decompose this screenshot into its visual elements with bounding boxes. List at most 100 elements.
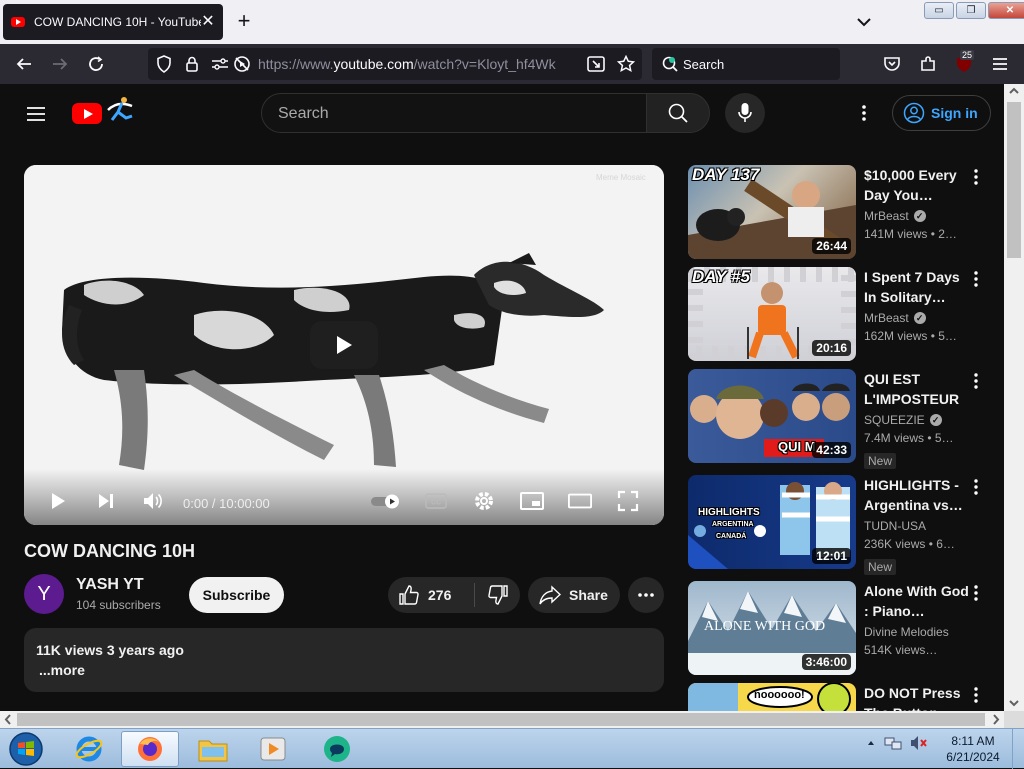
lock-icon[interactable] xyxy=(180,52,204,76)
recommendation-channel[interactable]: MrBeast ✓ xyxy=(864,209,926,223)
autoplay-blocked-icon[interactable] xyxy=(230,52,254,76)
horizontal-scrollbar[interactable] xyxy=(0,711,1004,728)
settings-button[interactable] xyxy=(472,489,496,513)
description-box[interactable]: 11K views 3 years ago ...more xyxy=(24,628,664,692)
mute-button[interactable] xyxy=(141,489,165,513)
show-more-link[interactable]: ...more xyxy=(39,662,85,678)
minimize-button[interactable]: ▭ xyxy=(924,2,954,19)
channel-name[interactable]: YASH YT xyxy=(76,576,144,594)
show-desktop-button[interactable] xyxy=(1012,729,1024,769)
tracking-protection-shield-icon[interactable] xyxy=(152,52,176,76)
recommendation-title[interactable]: Alone With God : Piano… xyxy=(864,581,972,621)
horizontal-scroll-thumb[interactable] xyxy=(17,713,985,726)
video-thumbnail[interactable]: HIGHLIGHTS ARGENTINA CANADÁ 12:01 xyxy=(688,475,856,569)
browser-tab-youtube[interactable]: COW DANCING 10H - YouTube ✕ xyxy=(3,4,223,40)
video-thumbnail[interactable]: QUI M 42:33 xyxy=(688,369,856,463)
video-thumbnail[interactable]: ALONE WITH GOD 3:46:00 xyxy=(688,581,856,675)
recommendation-menu-button[interactable] xyxy=(968,371,984,391)
next-button[interactable] xyxy=(94,489,118,513)
recommendation-item[interactable]: HIGHLIGHTS ARGENTINA CANADÁ 12:01 HIGHLI… xyxy=(688,475,992,579)
microphone-icon xyxy=(738,103,752,122)
large-play-button[interactable] xyxy=(310,321,378,369)
recommendation-channel[interactable]: SQUEEZIE ✓ xyxy=(864,413,942,427)
dislike-button[interactable] xyxy=(475,577,520,613)
video-thumbnail[interactable]: DAY 137 26:44 xyxy=(688,165,856,259)
back-button[interactable] xyxy=(12,52,36,76)
guide-menu-button[interactable] xyxy=(24,102,48,126)
recommendation-title[interactable]: I Spent 7 Days In Solitary… xyxy=(864,267,972,307)
recommendation-title[interactable]: HIGHLIGHTS - Argentina vs… xyxy=(864,475,972,515)
recommendation-menu-button[interactable] xyxy=(968,685,984,705)
youtube-search-input[interactable]: Search xyxy=(278,105,329,123)
forward-button[interactable] xyxy=(48,52,72,76)
video-thumbnail[interactable]: noooooo! xyxy=(688,683,856,711)
browser-search-bar[interactable]: Search xyxy=(652,48,840,80)
extensions-button[interactable] xyxy=(916,52,940,76)
theater-mode-button[interactable] xyxy=(568,489,592,513)
new-tab-button[interactable]: + xyxy=(232,10,256,34)
bookmark-star-icon[interactable] xyxy=(614,52,638,76)
taskbar-file-explorer[interactable] xyxy=(184,731,242,767)
start-button[interactable] xyxy=(6,731,46,767)
app-menu-button[interactable] xyxy=(988,52,1012,76)
restore-button[interactable]: ❐ xyxy=(956,2,986,19)
scroll-up-arrow-icon[interactable] xyxy=(1004,84,1024,98)
miniplayer-button[interactable] xyxy=(520,489,544,513)
sign-in-button[interactable]: Sign in xyxy=(892,95,991,131)
recommendation-item[interactable]: DAY 137 26:44 $10,000 Every Day You… MrB… xyxy=(688,165,992,261)
recommendation-item[interactable]: noooooo! DO NOT Press The Button xyxy=(688,683,992,711)
pocket-button[interactable] xyxy=(880,52,904,76)
scroll-down-arrow-icon[interactable] xyxy=(1004,696,1024,710)
show-hidden-icons-icon[interactable] xyxy=(866,738,876,748)
recommendation-channel[interactable]: TUDN-USA xyxy=(864,519,926,533)
subscribe-button[interactable]: Subscribe xyxy=(189,577,284,613)
share-button[interactable]: Share xyxy=(528,577,620,613)
recommendation-item[interactable]: DAY #5 20:16 I Spent 7 Days In Solitary…… xyxy=(688,267,992,363)
recommendation-item[interactable]: QUI M 42:33 QUI EST L'IMPOSTEUR … SQUEEZ… xyxy=(688,369,992,473)
vertical-scrollbar[interactable] xyxy=(1004,84,1024,712)
fullscreen-button[interactable] xyxy=(616,489,640,513)
network-icon[interactable] xyxy=(884,735,902,751)
recommendation-channel[interactable]: MrBeast ✓ xyxy=(864,311,926,325)
vertical-scroll-thumb[interactable] xyxy=(1007,102,1021,258)
video-thumbnail[interactable]: DAY #5 20:16 xyxy=(688,267,856,361)
recommendation-title[interactable]: QUI EST L'IMPOSTEUR … xyxy=(864,369,972,409)
settings-more-button[interactable] xyxy=(852,101,876,125)
taskbar-clock[interactable]: 8:11 AM 6/21/2024 xyxy=(940,733,1006,765)
youtube-search-box[interactable]: Search xyxy=(261,93,647,133)
recommendation-title[interactable]: DO NOT Press The Button xyxy=(864,683,972,711)
permissions-icon[interactable] xyxy=(208,52,232,76)
taskbar-green-app[interactable] xyxy=(308,731,366,767)
channel-avatar[interactable]: Y xyxy=(24,574,64,614)
voice-search-button[interactable] xyxy=(725,93,765,133)
youtube-logo[interactable] xyxy=(72,103,102,124)
close-window-button[interactable]: ✕ xyxy=(988,2,1024,19)
more-actions-button[interactable] xyxy=(628,577,664,613)
video-player[interactable]: Meme Mosaic 0:00 / 10:00:00 CC xyxy=(24,165,664,525)
recommendation-title[interactable]: $10,000 Every Day You… xyxy=(864,165,972,205)
recommendation-menu-button[interactable] xyxy=(968,167,984,187)
recommendation-menu-button[interactable] xyxy=(968,269,984,289)
list-all-tabs-button[interactable] xyxy=(852,12,876,32)
reload-button[interactable] xyxy=(84,52,108,76)
url-text[interactable]: https://www.youtube.com/watch?v=Kloyt_hf… xyxy=(258,56,556,72)
taskbar-media-player[interactable] xyxy=(244,731,302,767)
youtube-doodle-athlete-icon[interactable] xyxy=(104,94,140,124)
play-button[interactable] xyxy=(46,489,70,513)
like-button[interactable]: 276 xyxy=(388,577,474,613)
captions-button[interactable]: CC xyxy=(424,489,448,513)
taskbar-internet-explorer[interactable] xyxy=(60,731,118,767)
recommendation-menu-button[interactable] xyxy=(968,477,984,497)
recommendation-channel[interactable]: Divine Melodies xyxy=(864,625,949,639)
volume-muted-icon[interactable] xyxy=(910,735,928,751)
tab-close-icon[interactable]: ✕ xyxy=(201,14,215,30)
autoplay-toggle[interactable] xyxy=(370,489,402,513)
youtube-search-button[interactable] xyxy=(646,93,710,133)
scroll-left-arrow-icon[interactable] xyxy=(2,713,14,726)
picture-in-picture-icon[interactable] xyxy=(584,52,608,76)
recommendation-menu-button[interactable] xyxy=(968,583,984,603)
url-bar[interactable]: https://www.youtube.com/watch?v=Kloyt_hf… xyxy=(148,48,642,80)
recommendation-item[interactable]: ALONE WITH GOD 3:46:00 Alone With God : … xyxy=(688,581,992,677)
scroll-right-arrow-icon[interactable] xyxy=(990,713,1002,726)
taskbar-firefox[interactable] xyxy=(121,731,179,767)
